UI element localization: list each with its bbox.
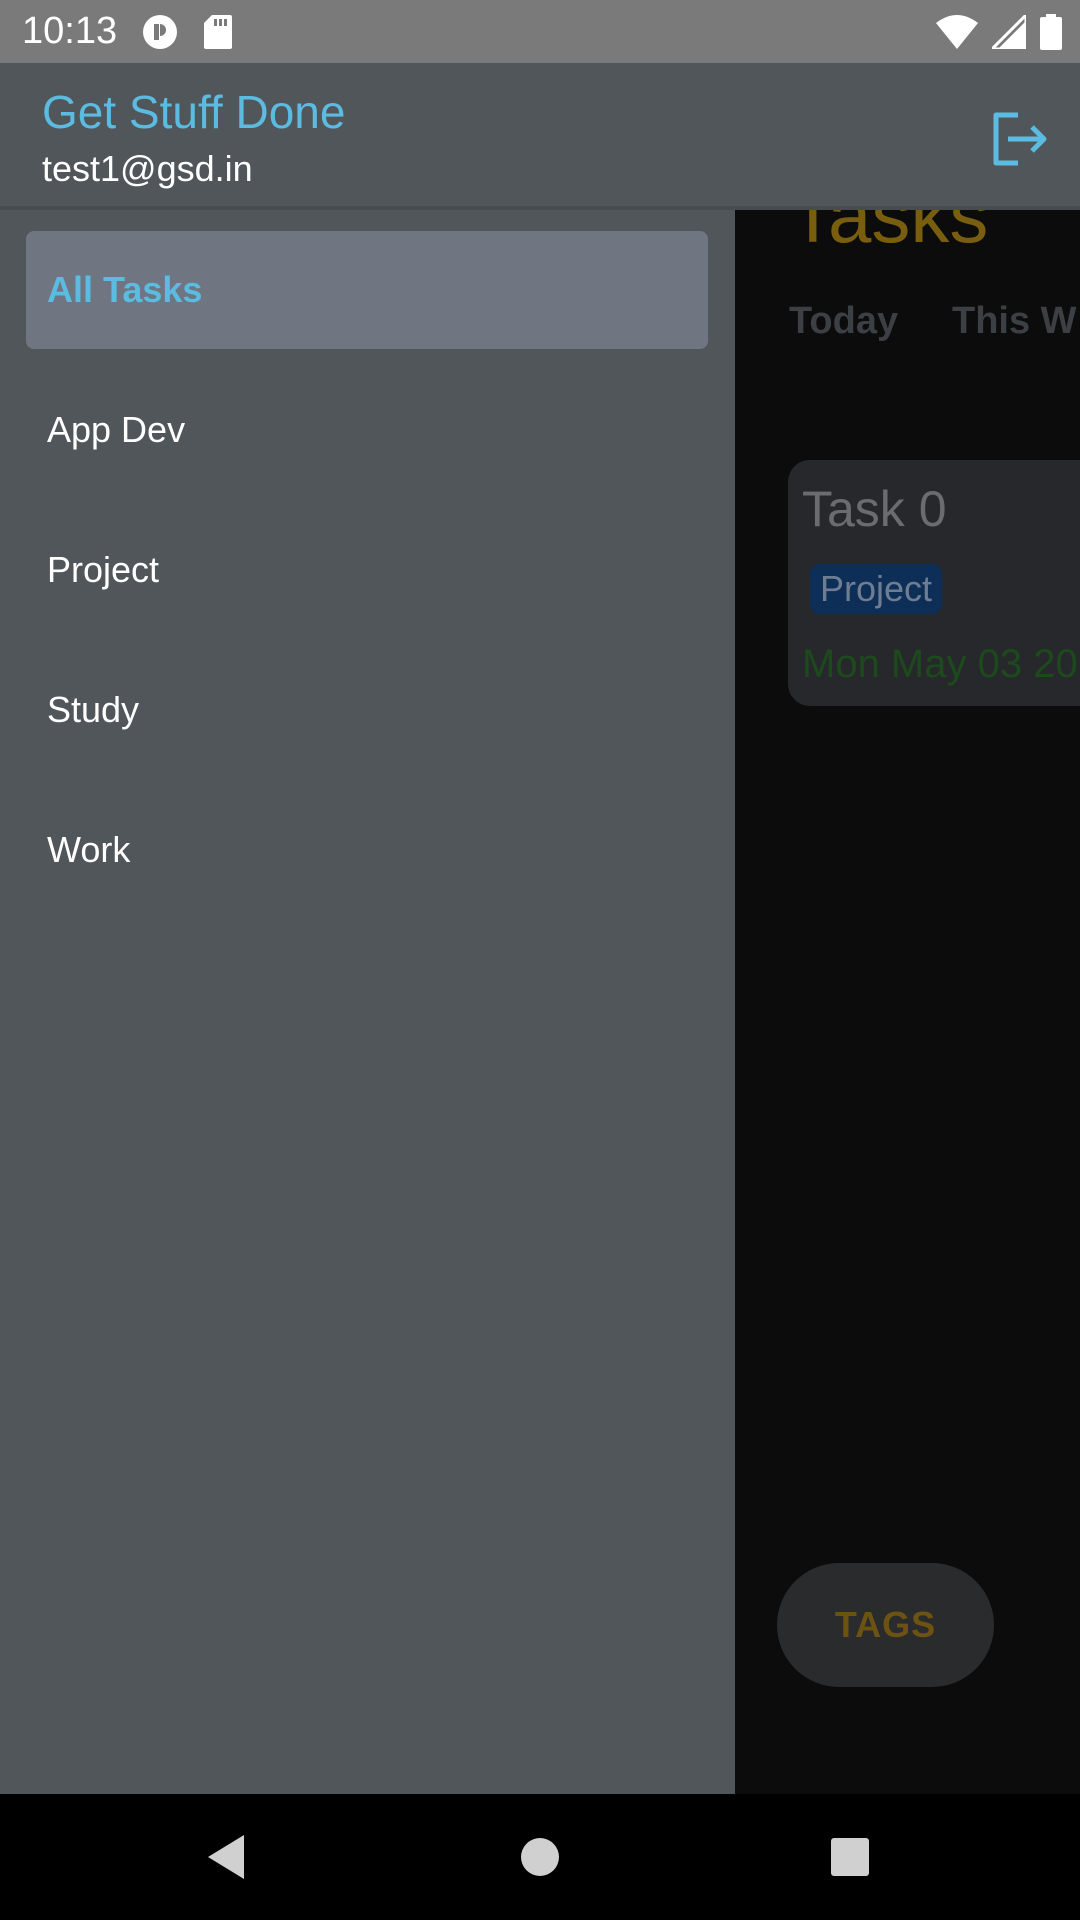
navigation-drawer: All Tasks App Dev Project Study Work — [0, 210, 735, 1794]
drawer-item-label: Project — [47, 549, 160, 590]
battery-icon — [1040, 14, 1062, 55]
app-title: Get Stuff Done — [42, 86, 346, 138]
drawer-item-app-dev[interactable]: App Dev — [26, 371, 708, 489]
tags-button[interactable]: TAGS — [777, 1563, 994, 1687]
wifi-icon — [936, 15, 978, 54]
drawer-item-work[interactable]: Work — [26, 791, 708, 909]
drawer-item-label: Study — [47, 689, 140, 730]
sync-icon — [142, 14, 178, 55]
home-icon[interactable] — [480, 1794, 600, 1920]
drawer-item-project[interactable]: Project — [26, 511, 708, 629]
status-time: 10:13 — [22, 10, 118, 52]
tab-this-week[interactable]: This W — [952, 300, 1077, 343]
drawer-item-label: All Tasks — [47, 269, 203, 310]
status-right-icons — [936, 11, 1062, 55]
drawer-header: Get Stuff Done test1@gsd.in — [0, 63, 1080, 210]
task-title: Task 0 — [802, 481, 947, 537]
drawer-item-label: App Dev — [47, 409, 186, 450]
recents-icon[interactable] — [790, 1794, 910, 1920]
cell-signal-icon — [988, 11, 1028, 54]
status-bar: 10:13 — [0, 0, 1080, 63]
system-nav-bar — [0, 1794, 1080, 1920]
task-date: Mon May 03 20 — [802, 642, 1078, 686]
drawer-item-label: Work — [47, 829, 131, 870]
user-email: test1@gsd.in — [42, 148, 253, 189]
drawer-item-study[interactable]: Study — [26, 651, 708, 769]
task-card[interactable]: Task 0 Project Mon May 03 20 — [788, 460, 1080, 706]
drawer-item-all-tasks[interactable]: All Tasks — [26, 231, 708, 349]
task-tag: Project — [810, 564, 943, 614]
logout-icon[interactable] — [990, 109, 1050, 169]
sd-card-icon — [204, 15, 232, 54]
back-icon[interactable] — [166, 1794, 286, 1920]
status-left-icons — [142, 14, 232, 55]
tab-today[interactable]: Today — [789, 300, 898, 343]
